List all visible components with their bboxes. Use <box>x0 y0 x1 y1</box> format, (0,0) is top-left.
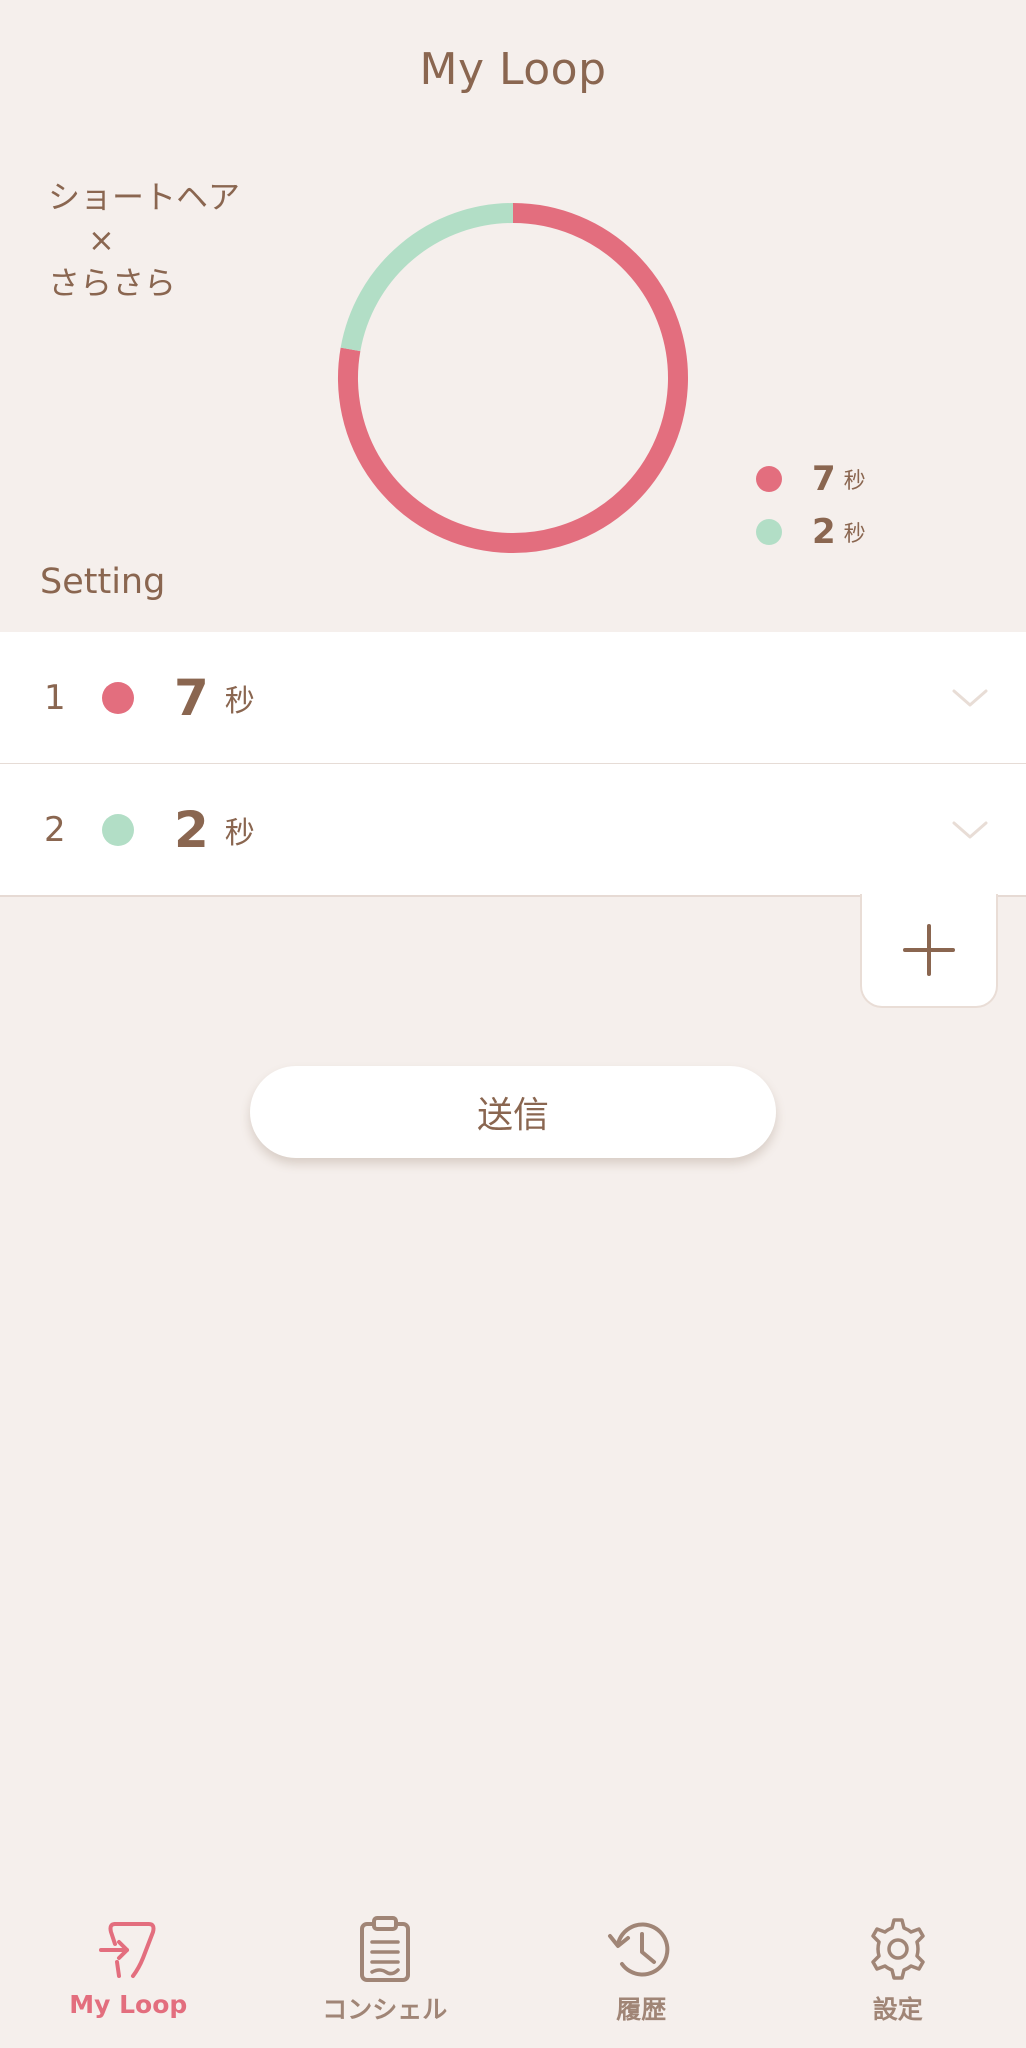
mode-separator: × <box>88 221 115 259</box>
chevron-down-icon[interactable] <box>950 685 990 711</box>
history-icon <box>608 1922 670 1977</box>
setting-section-label: Setting <box>40 562 166 602</box>
setting-color-dot <box>102 813 134 846</box>
gear-icon <box>871 1918 925 1980</box>
setting-item-unit: 秒 <box>224 815 255 851</box>
mode-hair-type: ショートヘア <box>48 178 241 216</box>
send-button[interactable]: 送信 <box>250 1066 776 1158</box>
mode-texture: さらさら <box>48 264 177 302</box>
legend-item: 7 秒 <box>756 452 866 505</box>
chart-legend: 7 秒 2 秒 <box>756 452 866 558</box>
tab-my-loop[interactable]: My Loop <box>0 1900 257 2048</box>
my-loop-icon <box>99 1922 156 1978</box>
loop-donut-chart <box>338 203 688 553</box>
legend-value: 7 <box>812 458 836 499</box>
add-item-button[interactable] <box>860 894 998 1008</box>
clipboard-icon <box>359 1916 410 1982</box>
setting-color-dot <box>102 681 134 714</box>
legend-unit: 秒 <box>843 468 866 494</box>
tab-label: 設定 <box>872 1995 923 2024</box>
mode-label: ショートヘア × さらさら <box>48 176 240 305</box>
tab-label: 履歴 <box>616 1995 667 2024</box>
tab-concierge[interactable]: コンシェル <box>257 1900 514 2048</box>
ring-segment-2 <box>340 203 514 352</box>
bottom-tab-bar: My Loop コンシェル 履歴 設定 <box>0 1900 1026 2048</box>
tab-label: コンシェル <box>322 1995 448 2024</box>
setting-list: 1 7 秒 2 2 秒 <box>0 632 1026 897</box>
setting-item-index: 2 <box>44 809 66 850</box>
setting-item-2[interactable]: 2 2 秒 <box>0 764 1026 897</box>
setting-item-unit: 秒 <box>224 683 255 719</box>
legend-color-dot <box>756 465 782 492</box>
setting-item-seconds: 7 <box>174 668 209 727</box>
setting-item-1[interactable]: 1 7 秒 <box>0 632 1026 764</box>
setting-item-index: 1 <box>44 677 66 718</box>
tab-history[interactable]: 履歴 <box>513 1900 770 2048</box>
legend-unit: 秒 <box>843 521 866 547</box>
plus-icon <box>903 924 955 976</box>
tab-label: My Loop <box>69 1990 188 2019</box>
chevron-down-icon[interactable] <box>950 817 990 843</box>
setting-item-seconds: 2 <box>174 800 209 859</box>
page-title: My Loop <box>419 44 607 95</box>
tab-settings[interactable]: 設定 <box>770 1900 1026 2048</box>
legend-value: 2 <box>812 511 836 552</box>
legend-color-dot <box>756 518 782 545</box>
legend-item: 2 秒 <box>756 505 866 558</box>
